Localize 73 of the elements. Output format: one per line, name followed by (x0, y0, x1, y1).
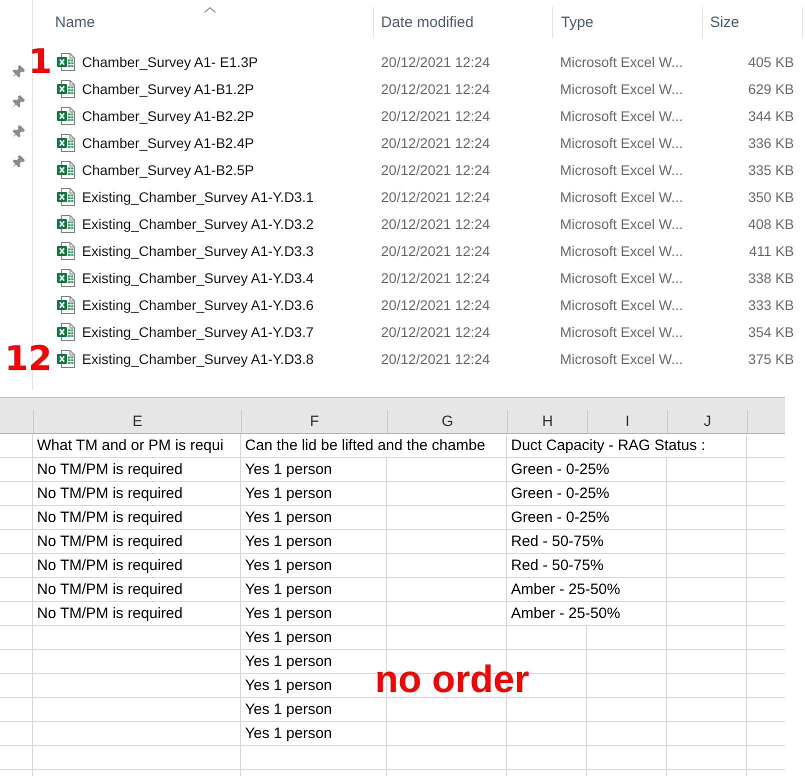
file-name[interactable]: Chamber_Survey A1- E1.3P (82, 54, 258, 70)
file-size: 411 KB (749, 242, 794, 258)
spreadsheet-file-icon (57, 80, 75, 98)
column-header[interactable]: Type (553, 7, 703, 38)
file-type: Microsoft Excel W... (560, 134, 683, 150)
spreadsheet-file-icon (57, 296, 75, 314)
number-annotation: 12 (4, 342, 52, 376)
file-date: 20/12/2021 12:24 (381, 270, 490, 286)
file-size: 405 KB (748, 54, 794, 70)
file-type: Microsoft Excel W... (560, 270, 683, 286)
spreadsheet-file-icon (57, 322, 75, 340)
file-name[interactable]: Chamber_Survey A1-B2.2P (82, 108, 254, 124)
file-size: 408 KB (748, 216, 794, 232)
column-header[interactable]: Date modified (374, 7, 553, 38)
file-date: 20/12/2021 12:24 (381, 242, 490, 258)
file-name[interactable]: Existing_Chamber_Survey A1-Y.D3.3 (82, 242, 314, 258)
file-date: 20/12/2021 12:24 (381, 108, 490, 124)
file-name[interactable]: Existing_Chamber_Survey A1-Y.D3.8 (82, 350, 314, 366)
file-size: 629 KB (748, 80, 794, 96)
file-type: Microsoft Excel W... (560, 108, 683, 124)
file-size: 350 KB (748, 188, 794, 204)
file-date: 20/12/2021 12:24 (381, 162, 490, 178)
file-type: Microsoft Excel W... (560, 80, 683, 96)
spreadsheet-file-icon (57, 52, 75, 70)
file-type: Microsoft Excel W... (560, 54, 683, 70)
file-type: Microsoft Excel W... (560, 350, 683, 366)
file-name[interactable]: Existing_Chamber_Survey A1-Y.D3.2 (82, 216, 314, 232)
file-size: 354 KB (748, 324, 794, 340)
spreadsheet-file-icon (57, 188, 75, 206)
file-name[interactable]: Chamber_Survey A1-B1.2P (82, 80, 254, 96)
column-header[interactable]: H (507, 410, 587, 433)
file-size: 336 KB (748, 134, 794, 150)
file-type: Microsoft Excel W... (560, 296, 683, 312)
file-type: Microsoft Excel W... (560, 242, 683, 258)
column-header[interactable]: E (33, 410, 241, 433)
file-name[interactable]: Chamber_Survey A1-B2.4P (82, 134, 254, 150)
column-header[interactable]: F (241, 410, 387, 433)
file-size: 338 KB (748, 270, 794, 286)
file-size: 333 KB (748, 296, 794, 312)
file-name[interactable]: Existing_Chamber_Survey A1-Y.D3.6 (82, 296, 314, 312)
file-date: 20/12/2021 12:24 (381, 350, 490, 366)
column-header[interactable]: J (667, 410, 747, 433)
file-type: Microsoft Excel W... (560, 162, 683, 178)
file-size: 375 KB (748, 350, 794, 366)
file-type: Microsoft Excel W... (560, 216, 683, 232)
caret-up-icon (204, 7, 216, 13)
file-size: 344 KB (748, 108, 794, 124)
file-date: 20/12/2021 12:24 (381, 80, 490, 96)
column-header[interactable]: I (587, 410, 667, 433)
file-date: 20/12/2021 12:24 (381, 216, 490, 232)
file-date: 20/12/2021 12:24 (381, 188, 490, 204)
spreadsheet-file-icon (57, 350, 75, 368)
spreadsheet-file-icon (57, 268, 75, 286)
file-type: Microsoft Excel W... (560, 188, 683, 204)
file-name[interactable]: Existing_Chamber_Survey A1-Y.D3.7 (82, 324, 314, 340)
spreadsheet-file-icon (57, 160, 75, 178)
file-type: Microsoft Excel W... (560, 324, 683, 340)
file-name[interactable]: Existing_Chamber_Survey A1-Y.D3.4 (82, 270, 314, 286)
spreadsheet-file-icon (57, 134, 75, 152)
column-header[interactable]: G (387, 410, 507, 433)
file-name[interactable]: Existing_Chamber_Survey A1-Y.D3.1 (82, 188, 314, 204)
spreadsheet-file-icon (57, 242, 75, 260)
file-date: 20/12/2021 12:24 (381, 134, 490, 150)
column-header[interactable]: Name (47, 7, 374, 38)
file-date: 20/12/2021 12:24 (381, 54, 490, 70)
file-date: 20/12/2021 12:24 (381, 296, 490, 312)
file-date: 20/12/2021 12:24 (381, 324, 490, 340)
file-name[interactable]: Chamber_Survey A1-B2.5P (82, 162, 254, 178)
number-annotation: 1 (28, 44, 52, 78)
file-size: 335 KB (748, 162, 794, 178)
spreadsheet-file-icon (57, 214, 75, 232)
spreadsheet-file-icon (57, 106, 75, 124)
column-header[interactable]: Size (703, 7, 803, 38)
